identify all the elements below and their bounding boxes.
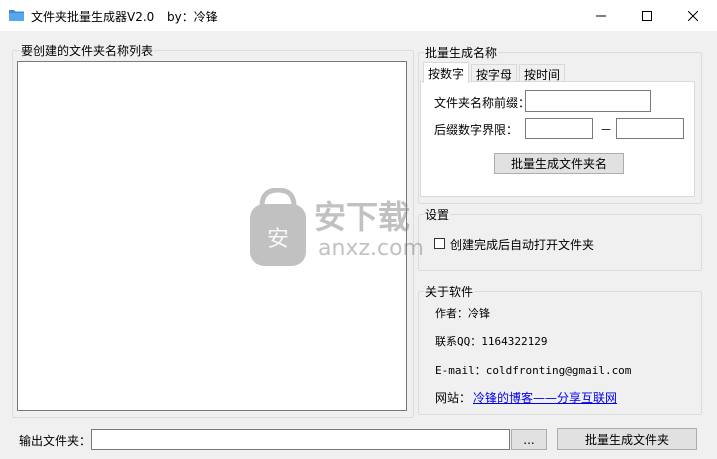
- maximize-button[interactable]: [624, 0, 670, 31]
- about-author: 作者：冷锋: [435, 307, 490, 320]
- generate-folders-button[interactable]: 批量生成文件夹: [557, 428, 697, 450]
- range-label: 后缀数字界限：: [434, 123, 519, 137]
- minimize-button[interactable]: [578, 0, 624, 31]
- tab-label: 按数字: [427, 66, 464, 81]
- window-title: 文件夹批量生成器V2.0: [31, 10, 155, 24]
- auto-open-checkbox[interactable]: [434, 238, 445, 249]
- tab-label: 按字母: [475, 67, 512, 82]
- window-author: by：冷锋: [167, 10, 218, 24]
- output-folder-input[interactable]: [91, 429, 510, 450]
- about-contact: 联系QQ：1164322129: [435, 335, 548, 348]
- about-site-label: 网站：: [435, 391, 472, 405]
- tab-label: 按时间: [523, 67, 560, 82]
- about-site-link[interactable]: 冷锋的博客——分享互联网: [473, 389, 617, 406]
- settings-title: 设置: [424, 206, 451, 223]
- close-icon: [688, 10, 698, 21]
- maximize-icon: [642, 10, 652, 21]
- generate-names-label: 批量生成文件夹名: [510, 157, 607, 171]
- prefix-label: 文件夹名称前缀：: [434, 96, 531, 110]
- tab-by-number[interactable]: 按数字: [423, 62, 469, 83]
- folder-icon: [9, 10, 24, 21]
- range-end-input[interactable]: [616, 118, 684, 139]
- folder-list-title: 要创建的文件夹名称列表: [20, 42, 155, 59]
- output-folder-label: 输出文件夹：: [19, 434, 92, 448]
- browse-button[interactable]: ...: [511, 429, 547, 450]
- close-button[interactable]: [670, 0, 716, 31]
- folder-name-list[interactable]: [17, 61, 407, 411]
- about-title: 关于软件: [424, 283, 475, 300]
- auto-open-label: 创建完成后自动打开文件夹: [450, 238, 595, 252]
- range-separator: －: [600, 123, 613, 137]
- range-start-input[interactable]: [525, 118, 593, 139]
- generate-folders-label: 批量生成文件夹: [584, 432, 669, 447]
- browse-label: ...: [523, 432, 535, 447]
- title-bar: 文件夹批量生成器V2.0 by：冷锋: [0, 0, 717, 31]
- about-email: E-mail：coldfronting@gmail.com: [435, 364, 632, 377]
- generate-names-button[interactable]: 批量生成文件夹名: [494, 153, 624, 174]
- minimize-icon: [596, 15, 606, 16]
- batch-name-title: 批量生成名称: [424, 44, 499, 61]
- prefix-input[interactable]: [525, 90, 651, 112]
